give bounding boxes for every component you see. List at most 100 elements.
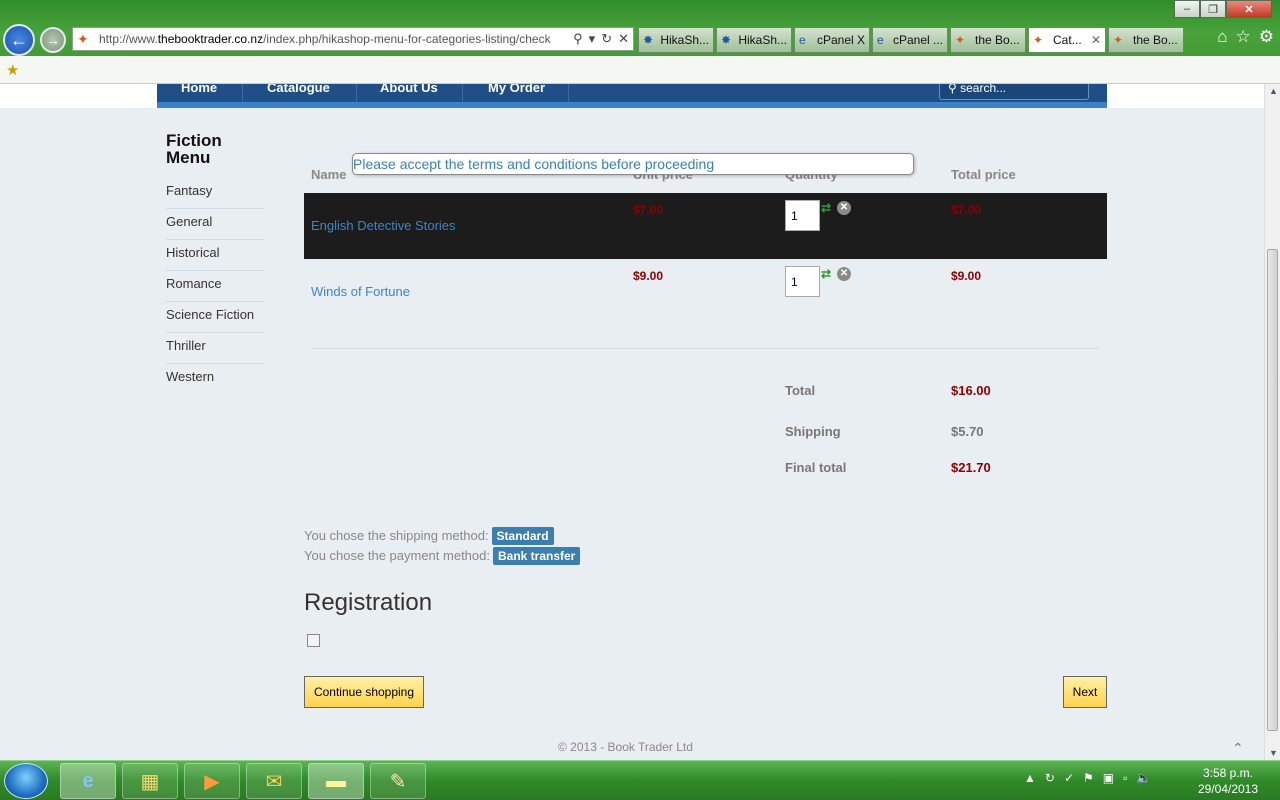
network-icon[interactable]: ▫	[1123, 771, 1127, 785]
shipping-method-text: You chose the shipping method:	[304, 528, 489, 543]
menu-my-order[interactable]: My Order	[463, 84, 569, 102]
ie-taskbar-icon[interactable]: e	[60, 763, 116, 799]
table-row: English Detective Stories $7.00 1 ⇄ ✕ $7…	[304, 193, 1107, 259]
taskbar: e ▦ ▶ ✉ ▬ ✎ ▲ ↻ ✓ ⚑ ▣ ▫ 🔈 3:58 p.m. 29/0…	[0, 760, 1280, 800]
menu-about-us[interactable]: About Us	[357, 84, 463, 102]
home-icon[interactable]: ⌂	[1217, 27, 1227, 47]
refresh-quantity-icon[interactable]: ⇄	[821, 267, 835, 281]
dropdown-icon[interactable]: ▾	[589, 31, 596, 47]
line-total: $9.00	[951, 269, 982, 283]
sidebar-item-fantasy[interactable]: Fantasy	[166, 178, 264, 209]
tab-7[interactable]: ✦ the Bo...	[1108, 27, 1184, 53]
tab-2[interactable]: ✸ HikaSh...	[716, 27, 792, 53]
payment-method-text: You chose the payment method:	[304, 548, 490, 563]
search-icon[interactable]: ⚲	[573, 31, 583, 47]
explorer-taskbar-icon[interactable]: ▦	[122, 763, 178, 799]
window-controls: – ❐ ✕	[1174, 0, 1272, 18]
gear-icon[interactable]: ⚙	[1259, 27, 1274, 47]
sync-icon[interactable]: ↻	[1045, 771, 1055, 785]
fiction-sidebar: Fiction Menu Fantasy General Historical …	[166, 132, 264, 395]
hikashop-star-icon: ✸	[643, 33, 654, 47]
registration-title: Registration	[304, 589, 433, 616]
forward-button[interactable]: →	[40, 27, 66, 53]
continue-shopping-button[interactable]: Continue shopping	[304, 676, 424, 708]
tab-4[interactable]: e cPanel ...	[872, 27, 948, 53]
sidebar-item-science-fiction[interactable]: Science Fiction	[166, 302, 264, 333]
divider	[311, 348, 1099, 349]
shipping-method-line: You chose the shipping method: Standard	[304, 527, 554, 545]
address-bar[interactable]: ✦ http://www.thebooktrader.co.nz/index.p…	[72, 27, 634, 51]
header-total-price: Total price	[951, 167, 1016, 182]
final-total-label: Final total	[785, 460, 847, 475]
sidebar-item-western[interactable]: Western	[166, 364, 264, 395]
close-tab-icon[interactable]: ✕	[1088, 33, 1101, 47]
minimize-button[interactable]: –	[1174, 0, 1200, 18]
ie-icon: e	[877, 33, 884, 47]
shipping-value: $5.70	[951, 424, 984, 439]
menu-home[interactable]: Home	[157, 84, 243, 102]
next-button[interactable]: Next	[1063, 676, 1107, 708]
unit-price: $9.00	[633, 269, 664, 283]
outlook-taskbar-icon[interactable]: ✉	[246, 763, 302, 799]
quantity-input[interactable]: 1	[785, 266, 820, 297]
tooltip-text: Please accept the terms and conditions b…	[353, 156, 715, 172]
sidebar-item-thriller[interactable]: Thriller	[166, 333, 264, 364]
sidebar-item-romance[interactable]: Romance	[166, 271, 264, 302]
tab-label: the Bo...	[975, 33, 1020, 47]
joomla-icon: ✦	[77, 31, 89, 47]
remove-item-icon[interactable]: ✕	[837, 267, 851, 281]
back-button[interactable]: ←	[3, 24, 35, 56]
header-name: Name	[311, 167, 347, 182]
paint-taskbar-icon[interactable]: ✎	[370, 763, 426, 799]
action-center-flag-icon[interactable]: ⚑	[1083, 771, 1094, 785]
scrollbar-thumb[interactable]	[1267, 249, 1278, 731]
address-tools: ⚲ ▾ ↻ ✕	[569, 31, 633, 47]
shipping-method-badge: Standard	[491, 527, 554, 545]
maximize-button[interactable]: ❐	[1200, 0, 1226, 18]
scrollbar[interactable]: ▲ ▼	[1264, 84, 1280, 760]
stop-icon[interactable]: ✕	[618, 31, 629, 47]
terms-tooltip: Please accept the terms and conditions b…	[352, 153, 914, 175]
scroll-up-icon[interactable]: ▲	[1269, 86, 1278, 96]
scroll-down-icon[interactable]: ▼	[1269, 748, 1278, 758]
taskbar-clock[interactable]: 3:58 p.m. 29/04/2013	[1190, 765, 1266, 797]
search-input[interactable]: ⚲ search...	[939, 84, 1089, 100]
refresh-icon[interactable]: ↻	[601, 31, 612, 47]
remove-item-icon[interactable]: ✕	[837, 201, 851, 215]
menu-catalogue[interactable]: Catalogue	[243, 84, 357, 102]
sticky-notes-taskbar-icon[interactable]: ▬	[308, 763, 364, 799]
sidebar-item-historical[interactable]: Historical	[166, 240, 264, 271]
device-icon[interactable]: ▣	[1103, 771, 1114, 785]
system-tray: ▲ ↻ ✓ ⚑ ▣ ▫ 🔈	[1024, 771, 1151, 785]
total-label: Total	[785, 383, 816, 398]
add-favorites-icon[interactable]: ★	[6, 61, 19, 79]
start-button[interactable]	[4, 763, 48, 799]
sidebar-item-general[interactable]: General	[166, 209, 264, 240]
quantity-input[interactable]: 1	[785, 200, 820, 231]
tab-5[interactable]: ✦ the Bo...	[950, 27, 1026, 53]
favorites-bar: ★	[0, 56, 1280, 84]
main-menu: Home Catalogue About Us My Order ⚲ searc…	[157, 84, 1107, 108]
security-check-icon[interactable]: ✓	[1064, 771, 1074, 785]
final-total-value: $21.70	[951, 460, 991, 475]
volume-muted-icon[interactable]: 🔈	[1136, 771, 1151, 785]
line-total: $7.00	[951, 203, 982, 217]
back-to-top-icon[interactable]: ⌃	[1232, 740, 1244, 757]
tab-3[interactable]: e cPanel X	[794, 27, 870, 53]
joomla-icon: ✦	[955, 33, 966, 47]
product-link[interactable]: Winds of Fortune	[311, 284, 410, 299]
navigation-row: ← → ✦ http://www.thebooktrader.co.nz/ind…	[0, 24, 1280, 56]
registration-checkbox[interactable]	[307, 634, 320, 647]
refresh-quantity-icon[interactable]: ⇄	[821, 201, 835, 215]
tab-active[interactable]: ✦ Cat... ✕	[1028, 27, 1106, 53]
tab-label: the Bo...	[1133, 33, 1178, 47]
favorites-star-icon[interactable]: ☆	[1236, 27, 1251, 47]
shipping-label: Shipping	[785, 424, 841, 439]
product-link[interactable]: English Detective Stories	[311, 218, 456, 233]
close-window-button[interactable]: ✕	[1226, 0, 1272, 18]
address-url: http://www.thebooktrader.co.nz/index.php…	[99, 32, 551, 46]
hikashop-star-icon: ✸	[721, 33, 732, 47]
media-player-taskbar-icon[interactable]: ▶	[184, 763, 240, 799]
show-hidden-icons-icon[interactable]: ▲	[1024, 771, 1036, 785]
tab-1[interactable]: ✸ HikaSh...	[638, 27, 714, 53]
